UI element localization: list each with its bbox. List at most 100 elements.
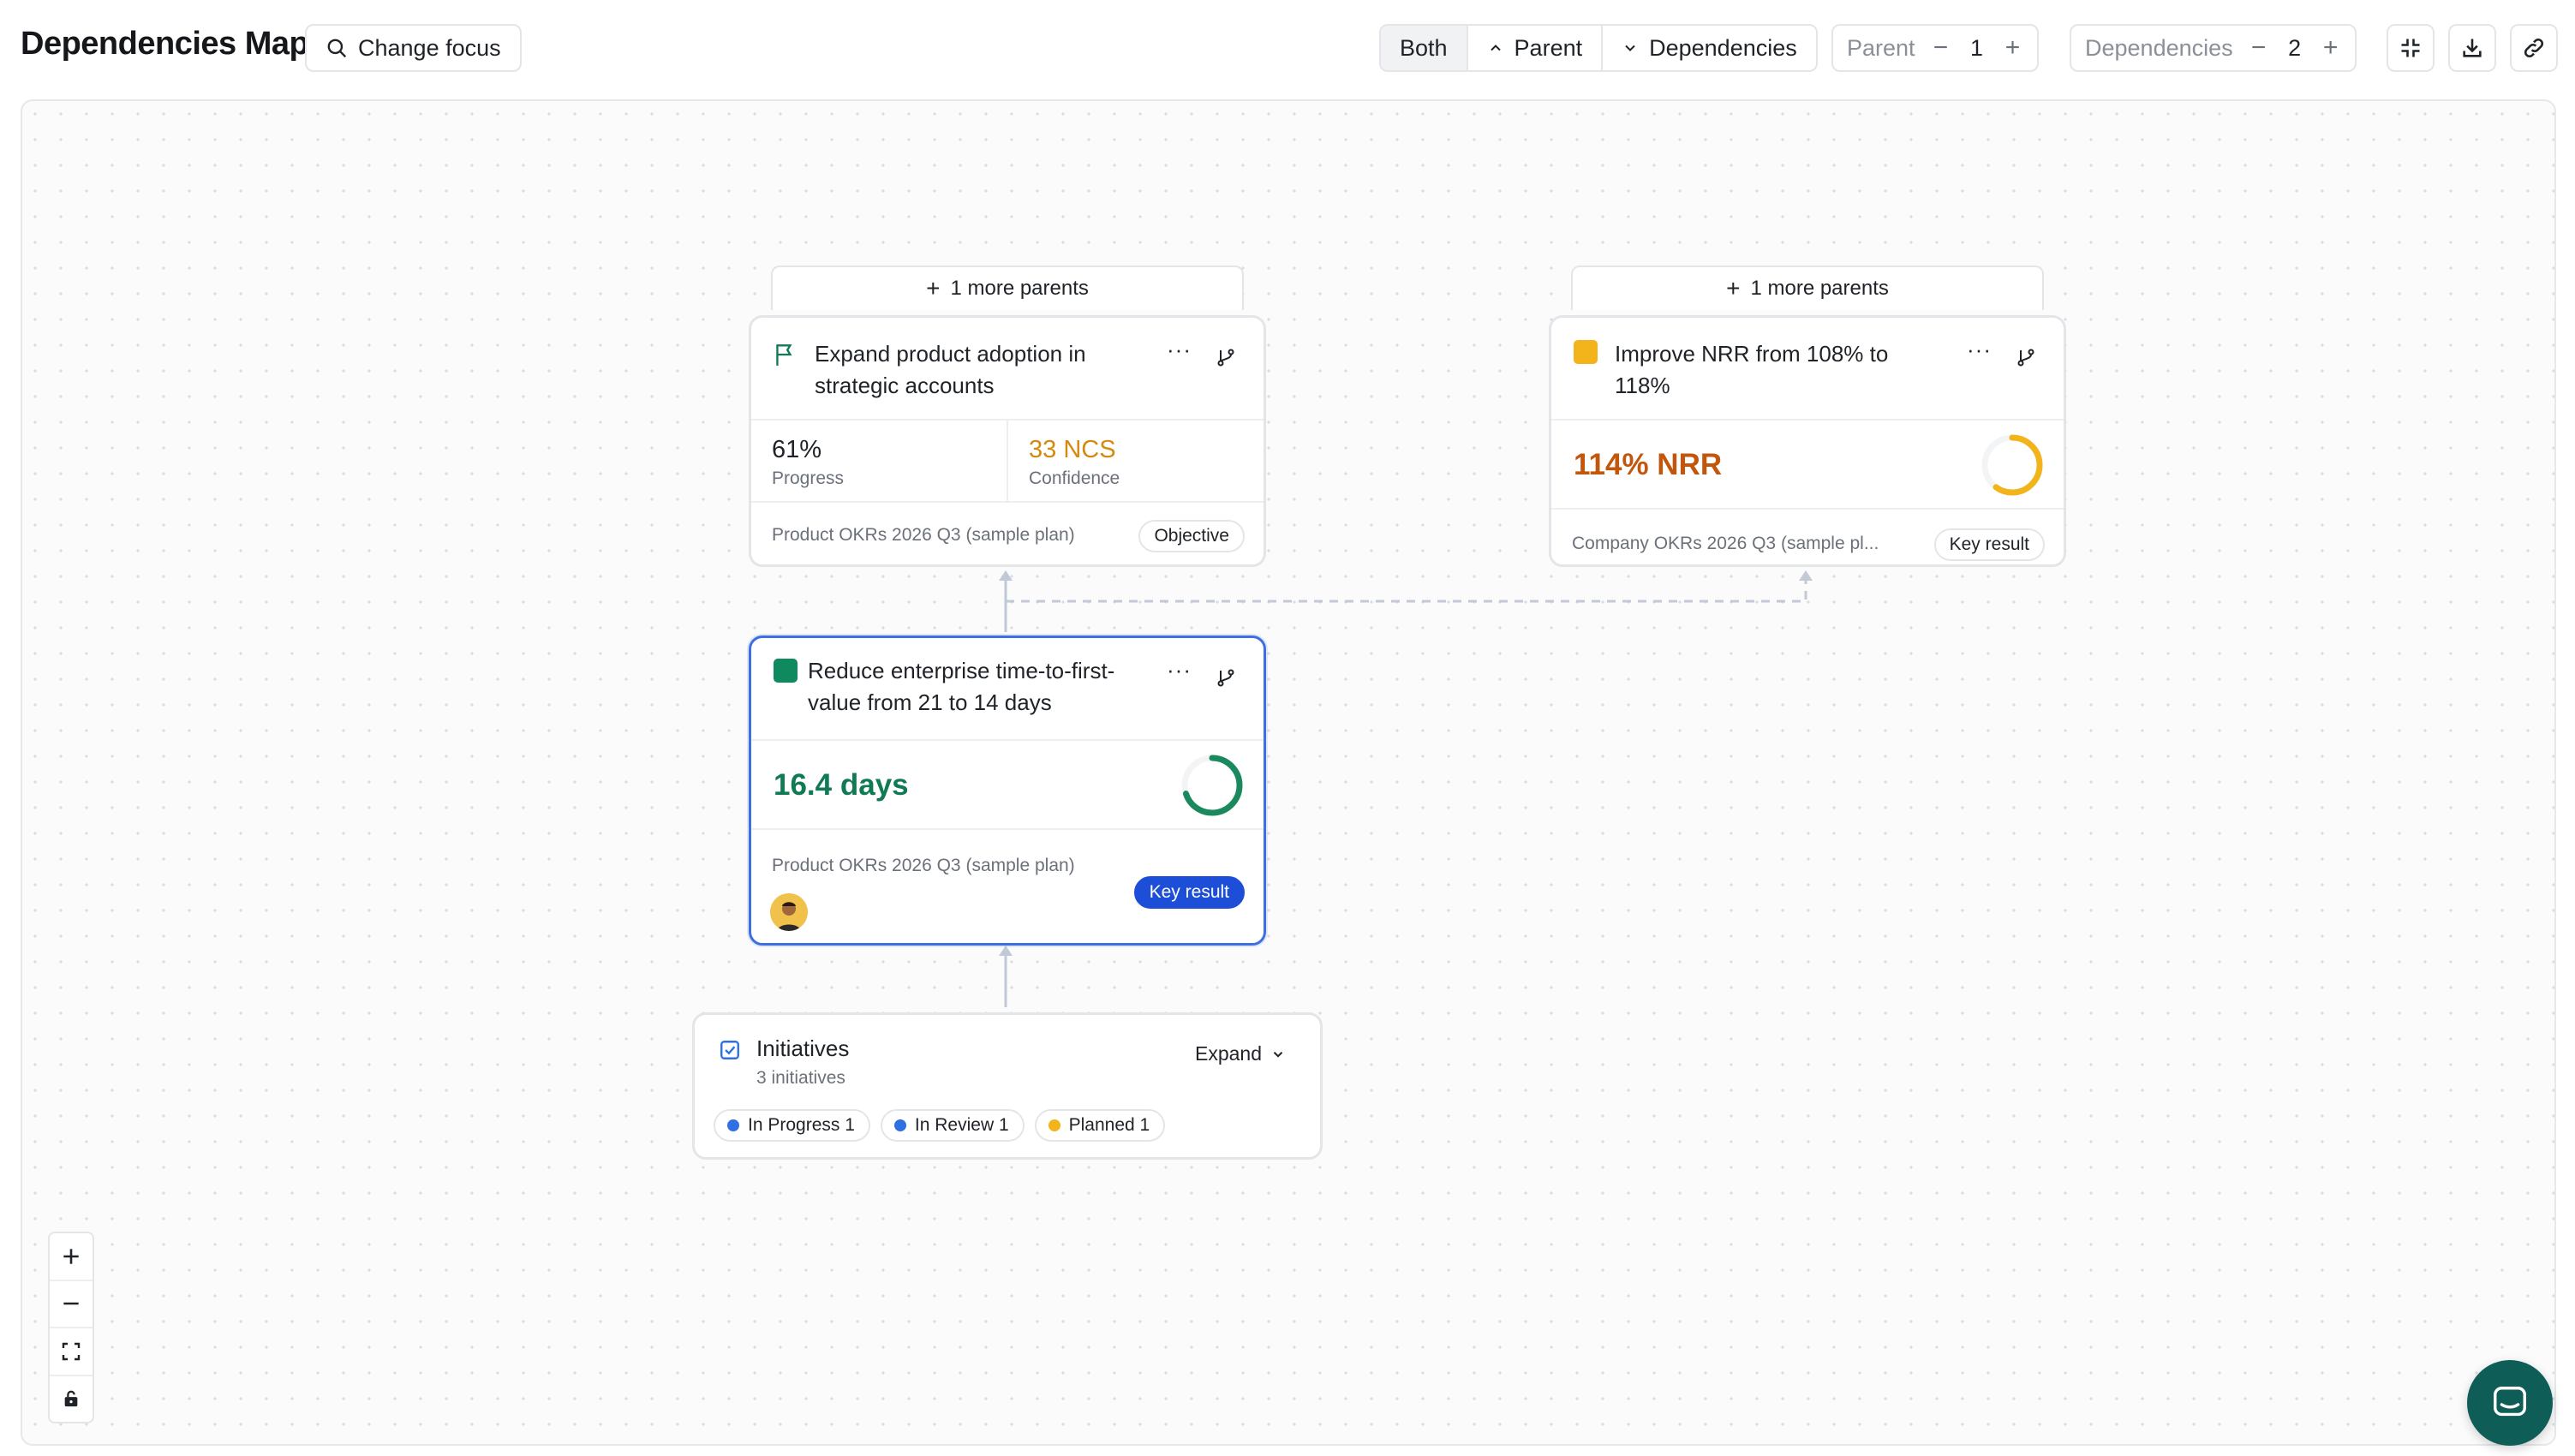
key-result-status-icon	[774, 659, 798, 683]
value-row: 114% NRR	[1551, 421, 2064, 510]
expand-button[interactable]: Expand	[1195, 1042, 1286, 1065]
parent-depth-value: 1	[1970, 34, 1984, 61]
dependencies-depth-decrement-button[interactable]: −	[2249, 33, 2269, 63]
edge-layer	[999, 570, 1813, 1007]
tab-both[interactable]: Both	[1381, 26, 1468, 70]
avatar[interactable]	[770, 893, 808, 931]
tab-parent[interactable]: Parent	[1468, 26, 1604, 70]
metrics-row: 61% Progress 33 NCS Confidence	[751, 421, 1264, 503]
chat-icon	[2494, 1387, 2526, 1417]
status-pill-planned[interactable]: Planned 1	[1034, 1109, 1166, 1142]
direction-toggle: Both Parent Dependencies	[1379, 24, 1818, 72]
confidence-value: 33 NCS	[1029, 436, 1116, 463]
status-dot	[893, 1119, 906, 1131]
type-badge: Key result	[1933, 528, 2045, 561]
plus-icon: +	[1726, 275, 1741, 301]
fit-view-button[interactable]	[50, 1328, 93, 1376]
edge-dashed-to-nrr	[1006, 579, 1807, 603]
status-pill-in-review[interactable]: In Review 1	[880, 1109, 1025, 1142]
edge-arrow-focus	[999, 946, 1013, 956]
zoom-out-button[interactable]	[50, 1281, 93, 1328]
type-badge: Objective	[1138, 520, 1245, 552]
expand-label: Expand	[1194, 1042, 1262, 1065]
chevron-up-icon	[1490, 45, 1501, 51]
tab-both-label: Both	[1400, 34, 1448, 61]
toolbar: Dependencies Map Change focus Both Paren…	[0, 0, 2575, 96]
parent-depth-decrement-button[interactable]: −	[1931, 33, 1951, 63]
edge-arrow-objective	[999, 570, 1013, 581]
chat-launcher-button[interactable]	[2467, 1360, 2553, 1446]
avatar-image	[770, 893, 808, 931]
plan-name: Product OKRs 2026 Q3 (sample plan)	[772, 525, 1075, 545]
tab-dependencies[interactable]: Dependencies	[1603, 26, 1816, 70]
collapse-button[interactable]	[2387, 24, 2435, 72]
type-badge: Key result	[1133, 876, 1245, 909]
card-header: Reduce enterprise time-to-first-value fr…	[751, 638, 1264, 741]
tab-parent-label: Parent	[1514, 34, 1583, 61]
minus-icon	[63, 1302, 79, 1305]
nrr-key-result-card[interactable]: Improve NRR from 108% to 118% ··· 114% N…	[1549, 315, 2066, 567]
value-row: 16.4 days	[751, 741, 1264, 830]
zoom-in-button[interactable]	[50, 1233, 93, 1281]
status-pill-label: In Review 1	[914, 1115, 1009, 1135]
change-focus-button[interactable]: Change focus	[305, 24, 522, 72]
card-footer: Product OKRs 2026 Q3 (sample plan) Objec…	[751, 503, 1264, 571]
initiatives-count: 3 initiatives	[756, 1068, 845, 1088]
objective-card[interactable]: Expand product adoption in strategic acc…	[749, 315, 1266, 567]
parent-depth-stepper: Parent − 1 +	[1831, 24, 2039, 72]
fit-view-icon	[62, 1342, 81, 1360]
branch-icon[interactable]	[1216, 667, 1236, 688]
link-icon	[2524, 38, 2544, 58]
initiatives-title: Initiatives	[756, 1035, 850, 1061]
download-button[interactable]	[2448, 24, 2496, 72]
status-pills: In Progress 1 In Review 1 Planned 1	[714, 1109, 1166, 1142]
progress-ring	[1981, 434, 2043, 496]
initiatives-card[interactable]: Initiatives 3 initiatives Expand In Prog…	[692, 1012, 1323, 1160]
card-footer: Product OKRs 2026 Q3 (sample plan) Key r…	[751, 830, 1264, 941]
more-parents-label: 1 more parents	[950, 277, 1089, 300]
lock-button[interactable]	[50, 1376, 93, 1423]
more-parents-button[interactable]: + 1 more parents	[771, 266, 1244, 310]
plus-icon	[63, 1249, 79, 1264]
collapse-icon	[2401, 39, 2420, 57]
more-icon[interactable]: ···	[1167, 657, 1192, 683]
parent-depth-increment-button[interactable]: +	[2003, 33, 2023, 63]
zoom-controls	[48, 1232, 94, 1423]
checkbox-icon	[720, 1041, 739, 1059]
status-dot	[1048, 1119, 1060, 1131]
current-value: 16.4 days	[774, 768, 909, 802]
dependencies-depth-increment-button[interactable]: +	[2321, 33, 2341, 63]
page-title: Dependencies Map	[21, 26, 309, 62]
branch-icon[interactable]	[2016, 347, 2036, 367]
progress-value: 61%	[772, 436, 822, 463]
status-dot	[727, 1119, 739, 1131]
parent-depth-label: Parent	[1847, 34, 1915, 61]
flag-icon	[776, 344, 792, 366]
plan-name: Product OKRs 2026 Q3 (sample plan)	[772, 856, 1075, 875]
card-header: Improve NRR from 108% to 118% ···	[1551, 318, 2064, 421]
status-pill-label: In Progress 1	[748, 1115, 855, 1135]
progress-label: Progress	[772, 468, 845, 488]
chevron-down-icon	[1273, 1051, 1283, 1058]
status-pill-label: Planned 1	[1068, 1115, 1150, 1135]
status-pill-in-progress[interactable]: In Progress 1	[714, 1109, 870, 1142]
card-title: Reduce enterprise time-to-first-value fr…	[808, 658, 1115, 715]
confidence-label: Confidence	[1029, 468, 1120, 488]
branch-icon[interactable]	[1216, 347, 1236, 367]
card-title: Expand product adoption in strategic acc…	[815, 341, 1086, 398]
copy-link-button[interactable]	[2510, 24, 2558, 72]
card-footer: Company OKRs 2026 Q3 (sample pl... Key r…	[1551, 510, 2064, 578]
more-icon[interactable]: ···	[1967, 337, 1992, 363]
dependencies-depth-stepper: Dependencies − 2 +	[2070, 24, 2357, 72]
chevron-down-icon	[1625, 45, 1635, 51]
more-icon[interactable]: ···	[1167, 337, 1192, 363]
current-value: 114% NRR	[1574, 448, 1723, 481]
progress-ring	[1181, 755, 1243, 816]
map-canvas[interactable]: + 1 more parents Expand product adoption…	[21, 99, 2556, 1446]
card-title: Improve NRR from 108% to 118%	[1615, 341, 1889, 398]
tab-dependencies-label: Dependencies	[1649, 34, 1797, 61]
plan-name: Company OKRs 2026 Q3 (sample pl...	[1572, 534, 1879, 553]
focused-key-result-card[interactable]: Reduce enterprise time-to-first-value fr…	[749, 636, 1266, 946]
more-parents-label: 1 more parents	[1750, 277, 1889, 300]
more-parents-button[interactable]: + 1 more parents	[1571, 266, 2044, 310]
